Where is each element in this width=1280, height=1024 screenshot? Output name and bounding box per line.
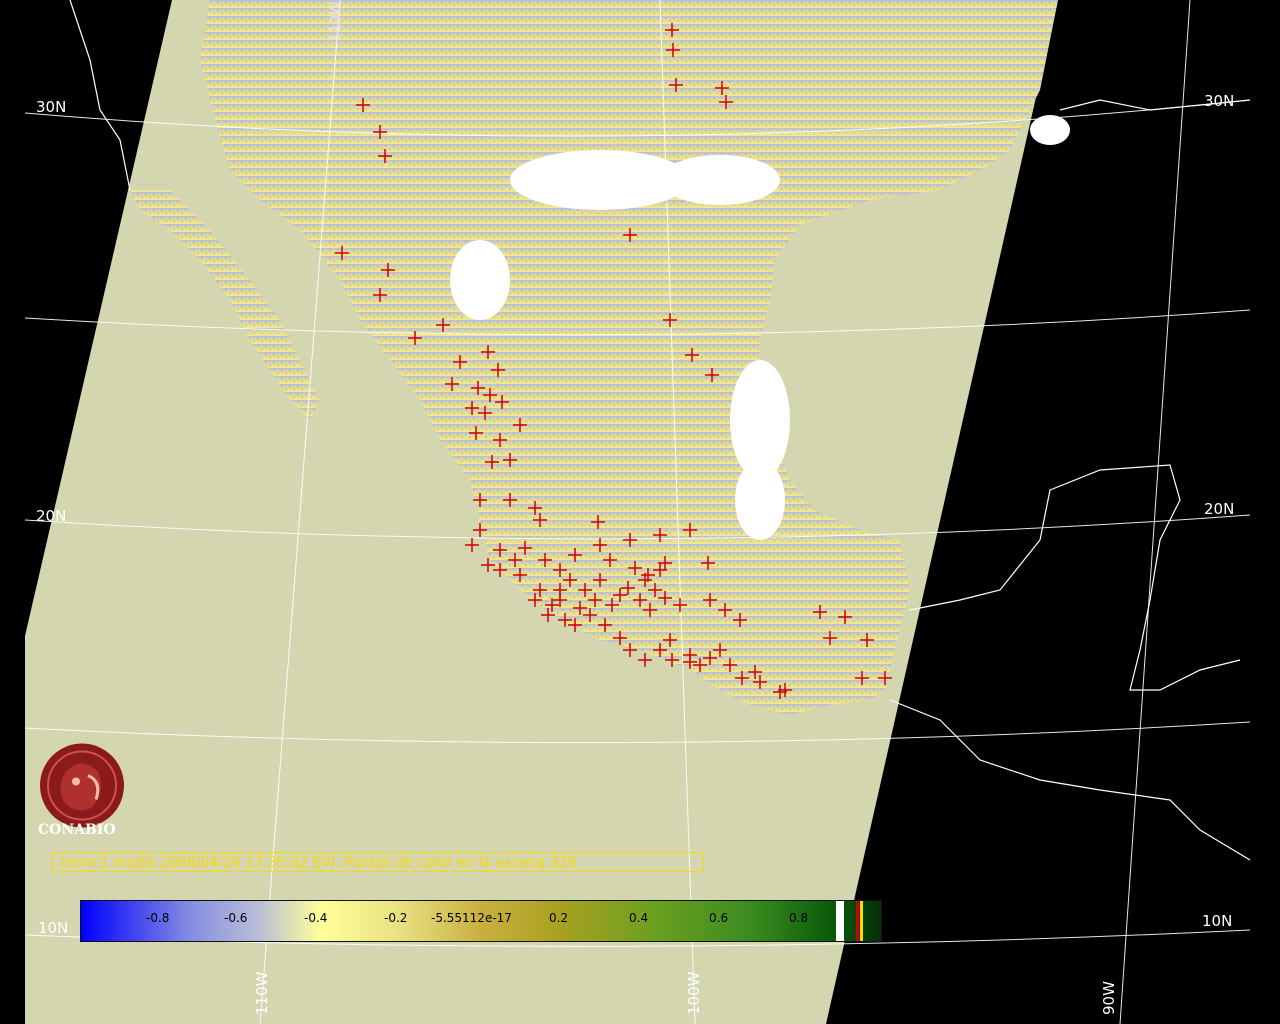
lat-label-30n-right: 30N [1204, 92, 1235, 110]
colorbar-tick: -0.2 [384, 911, 408, 925]
lon-label-100w: 100W [685, 971, 703, 1015]
lat-label-20n-right: 20N [1204, 500, 1235, 518]
colorbar-tick: -0.6 [224, 911, 248, 925]
colorbar-tick: -5.55112e-17 [431, 911, 512, 925]
lat-label-20n-left: 20N [36, 507, 67, 525]
lon-label-90w: 90W [1100, 981, 1118, 1015]
lat-label-10n-right: 10N [1202, 912, 1233, 930]
colorbar-white-block [836, 901, 844, 941]
colorbar-tick: -0.4 [304, 911, 328, 925]
colorbar-tick: 0.8 [789, 911, 809, 925]
lon-label-110w: 110W [253, 971, 271, 1015]
colorbar-marker-red [856, 901, 859, 941]
lat-label-30n-left: 30N [36, 98, 67, 116]
lon-label-110w-top: 110W [328, 1, 344, 42]
lat-label-10n-left: 10N [38, 919, 69, 937]
colorbar-tick: 0.4 [629, 911, 649, 925]
colorbar-tick: 0.2 [549, 911, 569, 925]
colorbar-tick: 0.6 [709, 911, 729, 925]
colorbar: -0.8 -0.6 -0.4 -0.2 -5.55112e-17 0.2 0.4… [80, 900, 882, 942]
colorbar-marker-yellow [860, 901, 863, 941]
logo-text: CONABIO [38, 822, 116, 838]
scene-caption: terra-1 modis 2008/04/24 17:35:02 EVI. P… [52, 852, 704, 872]
colorbar-tick: -0.8 [146, 911, 170, 925]
